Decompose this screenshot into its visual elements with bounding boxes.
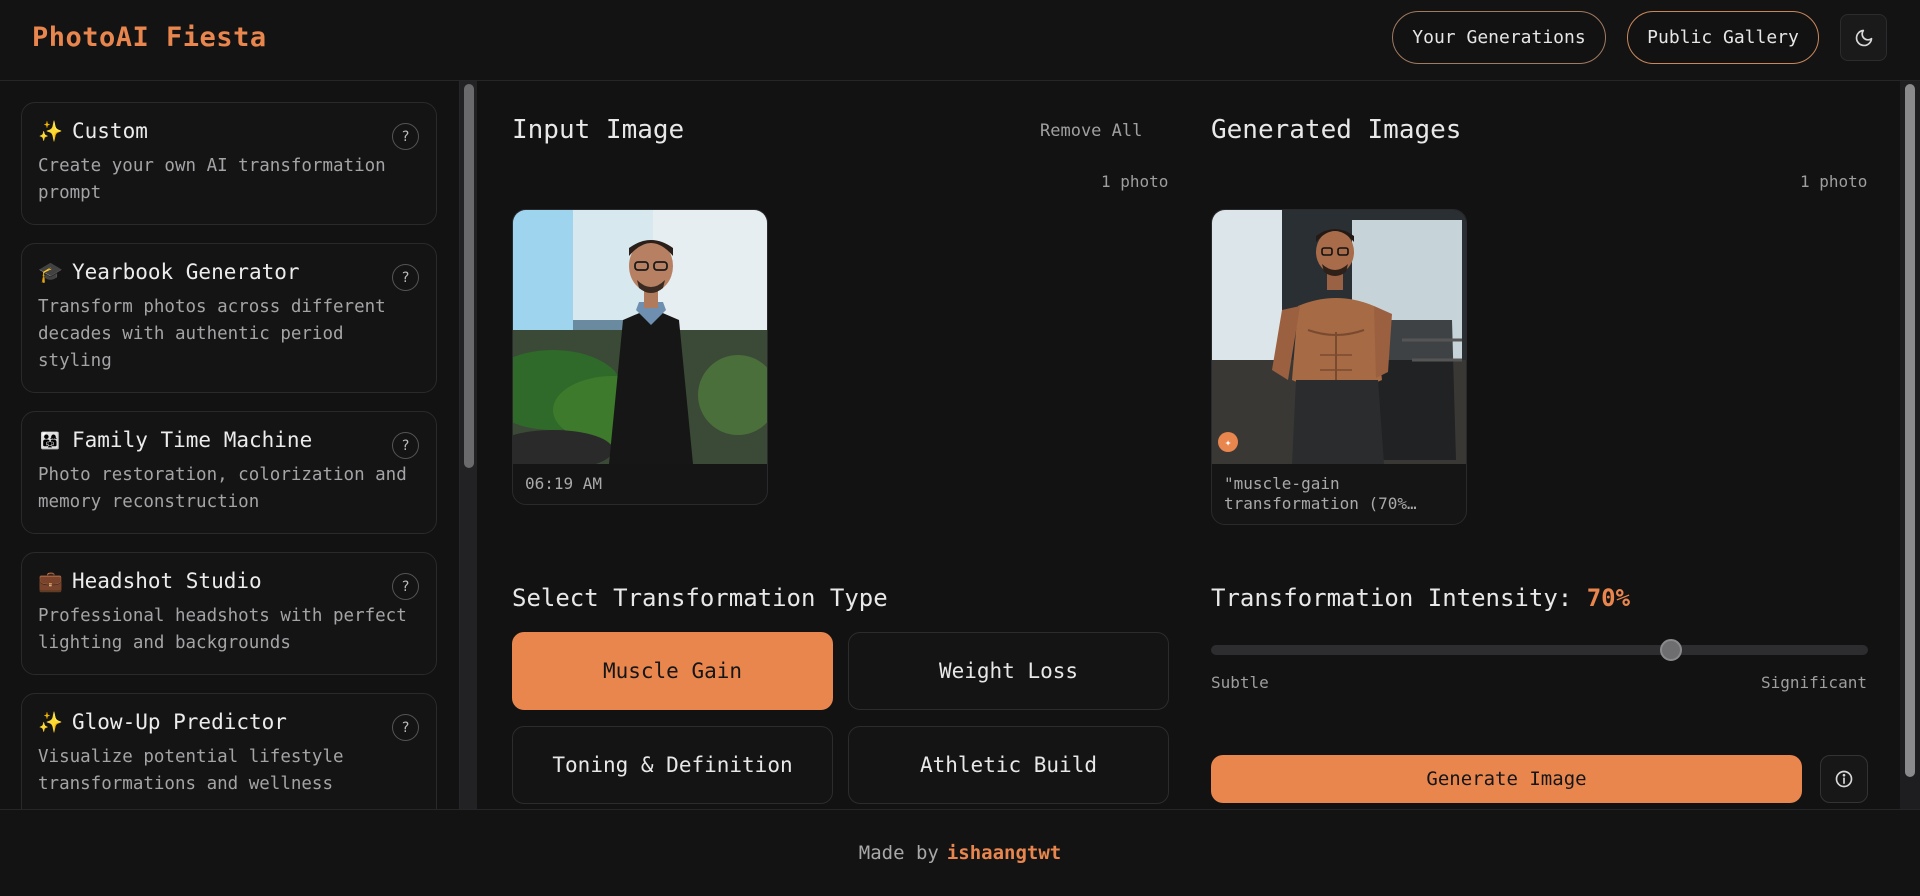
sidebar-item-glow-up-predictor[interactable]: ✨ Glow-Up Predictor Visualize potential l… bbox=[21, 693, 437, 809]
input-image-title: Input Image bbox=[512, 115, 685, 145]
intensity-title: Transformation Intensity: 70% bbox=[1211, 584, 1630, 612]
intensity-value: 70% bbox=[1586, 584, 1631, 612]
transformation-sidebar: ✨ Custom Create your own AI transformatio… bbox=[0, 81, 460, 809]
generated-photo-count: 1 photo bbox=[1800, 172, 1868, 191]
info-button[interactable] bbox=[1820, 755, 1868, 803]
info-icon bbox=[1835, 770, 1853, 788]
sidebar-item-title: Custom bbox=[72, 119, 148, 143]
person-portrait-image bbox=[513, 210, 767, 464]
intensity-slider-thumb[interactable] bbox=[1659, 639, 1682, 661]
sidebar-item-title: Headshot Studio bbox=[72, 569, 262, 593]
your-generations-button[interactable]: Your Generations bbox=[1392, 11, 1606, 64]
toning-definition-option[interactable]: Toning & Definition bbox=[512, 726, 833, 804]
weight-loss-option[interactable]: Weight Loss bbox=[848, 632, 1169, 710]
generated-portrait-image bbox=[1212, 210, 1466, 464]
slider-max-label: Significant bbox=[1761, 673, 1867, 692]
input-photo-count: 1 photo bbox=[1101, 172, 1169, 191]
transformation-type-title: Select Transformation Type bbox=[512, 584, 888, 612]
athletic-build-option[interactable]: Athletic Build bbox=[848, 726, 1169, 804]
input-photo-card[interactable]: 06:19 AM bbox=[512, 209, 768, 505]
main-scroll-thumb[interactable] bbox=[1905, 84, 1915, 777]
help-icon[interactable]: ? bbox=[392, 432, 419, 459]
intensity-slider-track[interactable] bbox=[1211, 645, 1868, 655]
family-icon: 👨‍👩‍👧 bbox=[40, 430, 60, 450]
graduation-cap-icon: 🎓 bbox=[38, 260, 63, 284]
sidebar-item-title: Family Time Machine bbox=[72, 428, 313, 452]
generated-photo-card[interactable]: ✦ "muscle-gain transformation (70%… bbox=[1211, 209, 1467, 525]
app-title[interactable]: PhotoAI Fiesta bbox=[32, 22, 267, 53]
theme-toggle-button[interactable] bbox=[1840, 14, 1887, 61]
sparkles-icon: ✨ bbox=[38, 119, 63, 143]
sidebar-item-description: Transform photos across different decade… bbox=[38, 297, 386, 371]
input-photo bbox=[513, 210, 767, 464]
footer-made-by: Made by bbox=[858, 842, 939, 864]
help-icon[interactable]: ? bbox=[392, 714, 419, 741]
briefcase-icon: 💼 bbox=[38, 569, 63, 593]
remove-all-button[interactable]: Remove All bbox=[1040, 121, 1142, 141]
footer: Made by ishaangtwt bbox=[0, 809, 1920, 896]
generate-image-button[interactable]: Generate Image bbox=[1211, 755, 1802, 803]
generated-photo-caption: "muscle-gain transformation (70%… bbox=[1224, 474, 1417, 513]
slider-min-label: Subtle bbox=[1211, 673, 1269, 692]
moon-icon bbox=[1855, 29, 1872, 46]
sidebar-item-description: Photo restoration, colorization and memo… bbox=[38, 465, 407, 512]
sparkles-icon: ✨ bbox=[38, 710, 63, 734]
top-bar: PhotoAI Fiesta Your Generations Public G… bbox=[0, 0, 1920, 81]
help-icon[interactable]: ? bbox=[392, 123, 419, 150]
generated-photo: ✦ bbox=[1212, 210, 1466, 464]
help-icon[interactable]: ? bbox=[392, 264, 419, 291]
muscle-gain-option[interactable]: Muscle Gain bbox=[512, 632, 833, 710]
intensity-label: Transformation Intensity: bbox=[1211, 584, 1573, 612]
generated-images-title: Generated Images bbox=[1211, 115, 1462, 145]
public-gallery-button[interactable]: Public Gallery bbox=[1627, 11, 1819, 64]
input-photo-timestamp: 06:19 AM bbox=[525, 474, 603, 493]
sidebar-item-family-time-machine[interactable]: 👨‍👩‍👧 Family Time Machine Photo restorati… bbox=[21, 411, 437, 534]
sparkle-badge-icon: ✦ bbox=[1218, 432, 1238, 452]
sidebar-item-headshot-studio[interactable]: 💼 Headshot Studio Professional headshots … bbox=[21, 552, 437, 675]
sidebar-item-description: Visualize potential lifestyle transforma… bbox=[38, 747, 344, 794]
sidebar-item-custom[interactable]: ✨ Custom Create your own AI transformatio… bbox=[21, 102, 437, 225]
sidebar-item-description: Professional headshots with perfect ligh… bbox=[38, 606, 407, 653]
sidebar-item-title: Glow-Up Predictor bbox=[72, 710, 287, 734]
sidebar-item-yearbook-generator[interactable]: 🎓 Yearbook Generator Transform photos acr… bbox=[21, 243, 437, 393]
sidebar-scroll-thumb[interactable] bbox=[464, 84, 474, 468]
help-icon[interactable]: ? bbox=[392, 573, 419, 600]
footer-author-link[interactable]: ishaangtwt bbox=[947, 842, 1061, 864]
sidebar-item-description: Create your own AI transformation prompt bbox=[38, 156, 386, 203]
sidebar-item-title: Yearbook Generator bbox=[72, 260, 300, 284]
